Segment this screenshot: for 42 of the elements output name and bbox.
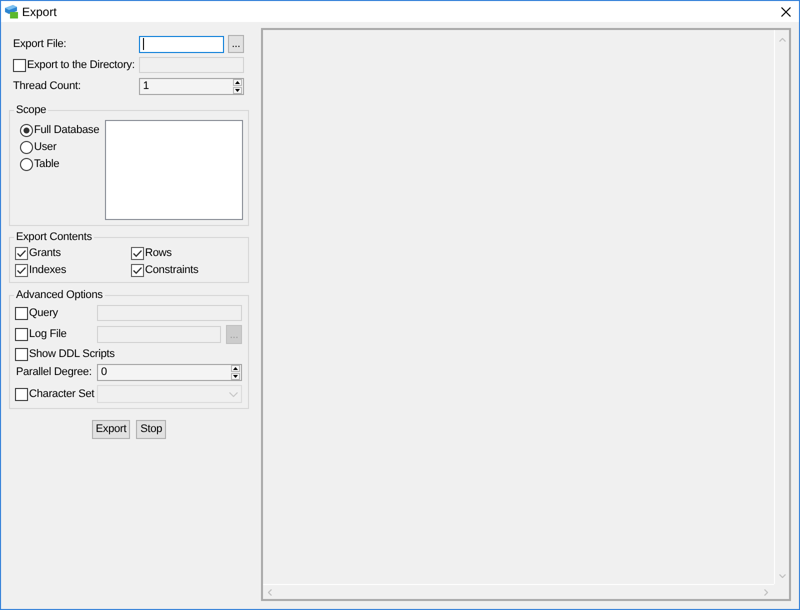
list-box[interactable] — [105, 120, 243, 220]
checkbox-label: Rows — [145, 246, 172, 262]
close-icon[interactable] — [781, 6, 791, 16]
field-label: Export File: — [13, 36, 68, 52]
action-button[interactable]: Stop — [136, 420, 166, 439]
spin-down-button[interactable] — [233, 87, 242, 94]
checkbox[interactable] — [15, 264, 28, 277]
field-label: Thread Count: — [13, 79, 82, 94]
checkbox[interactable] — [15, 348, 28, 360]
window-title: Export — [22, 4, 57, 20]
checkbox-label: Query — [29, 306, 58, 321]
browse-button[interactable]: ... — [228, 35, 244, 53]
group-title: Scope — [15, 104, 48, 116]
radio-label: Full Database — [34, 123, 100, 138]
text-cursor-icon — [143, 38, 144, 50]
checkbox-label: Constraints — [145, 263, 198, 278]
checkbox[interactable] — [131, 247, 144, 260]
group-title: Export Contents — [15, 231, 93, 243]
thread-count-spinbox[interactable]: 1 — [139, 78, 244, 95]
action-button[interactable]: Export — [92, 420, 130, 439]
checkbox[interactable] — [15, 247, 28, 260]
spin-up-button[interactable] — [231, 365, 240, 372]
chevron-down-icon — [229, 392, 238, 396]
checkbox-label: Character Set — [29, 386, 94, 402]
checkbox-label: Grants — [29, 246, 61, 262]
checkbox-label: Indexes — [29, 263, 66, 278]
radio-button[interactable] — [20, 158, 33, 171]
radio-button[interactable] — [20, 124, 33, 137]
app-icon — [4, 4, 19, 19]
field-label: Parallel Degree: — [15, 365, 93, 380]
radio-label: User — [34, 140, 56, 156]
checkbox-label: Export to the Directory: — [27, 58, 135, 73]
export-file-field[interactable] — [139, 36, 224, 52]
spin-up-button[interactable] — [233, 79, 242, 86]
group-title: Advanced Options — [15, 289, 104, 301]
radio-label: Table — [34, 157, 60, 172]
checkbox-label: Show DDL Scripts — [29, 346, 115, 362]
checkbox-label: Log File — [29, 327, 67, 342]
radio-button[interactable] — [20, 141, 33, 154]
spin-down-button[interactable] — [231, 373, 240, 380]
checkbox[interactable] — [131, 264, 144, 277]
parallel-degree-spinbox[interactable]: 0 — [97, 364, 242, 381]
